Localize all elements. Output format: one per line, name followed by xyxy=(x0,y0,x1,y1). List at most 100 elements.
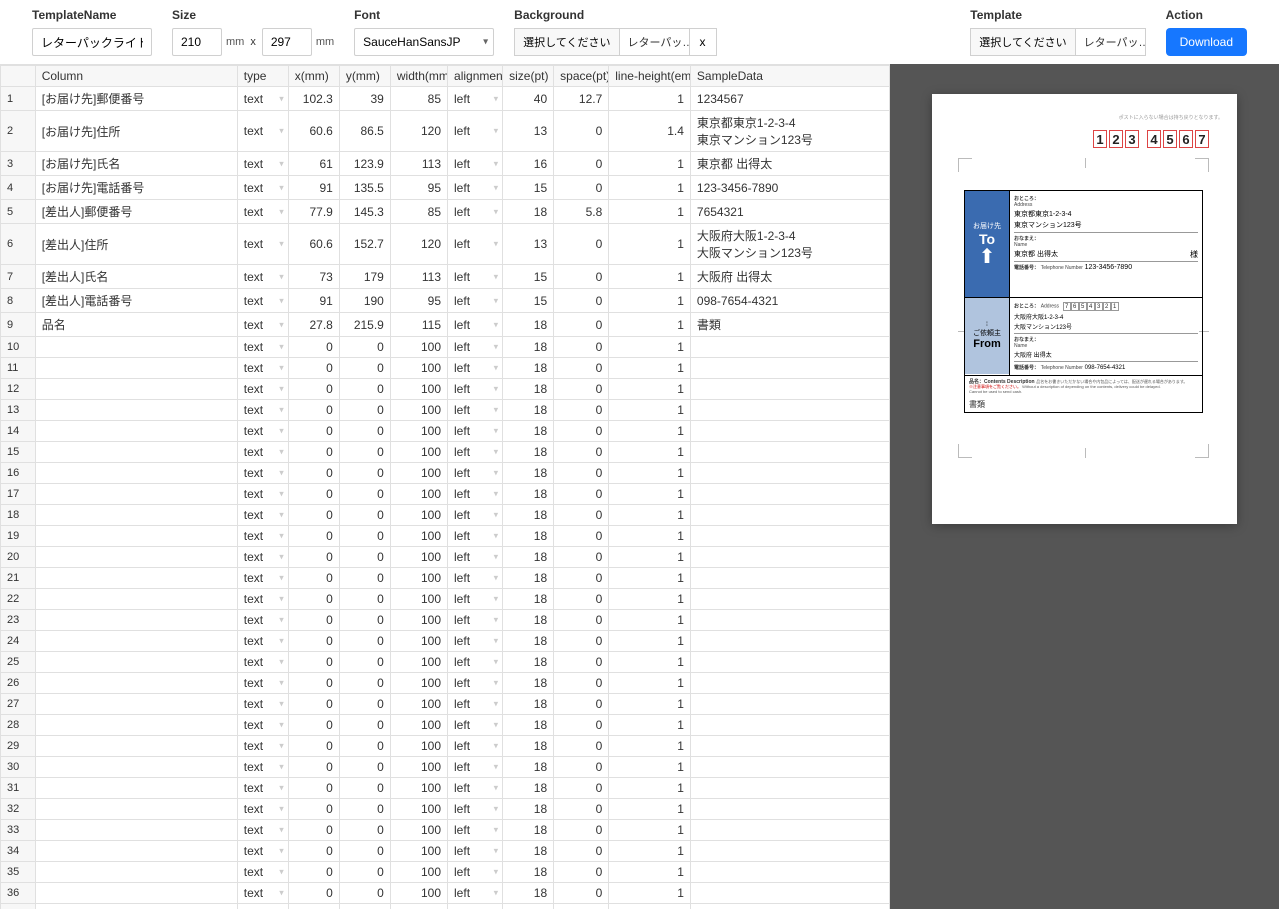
cell-sampledata[interactable]: 123-3456-7890 xyxy=(690,176,889,200)
cell-size[interactable]: 18 xyxy=(503,589,554,610)
cell-sampledata[interactable] xyxy=(690,610,889,631)
cell-space[interactable]: 0 xyxy=(554,610,609,631)
cell-width[interactable]: 100 xyxy=(390,610,447,631)
cell-sampledata[interactable] xyxy=(690,400,889,421)
table-row[interactable]: 28text00100left1801 xyxy=(1,715,890,736)
cell-column[interactable]: [差出人]住所 xyxy=(35,224,237,265)
cell-column[interactable]: [お届け先]電話番号 xyxy=(35,176,237,200)
cell-x[interactable]: 60.6 xyxy=(288,111,339,152)
cell-lineheight[interactable]: 1 xyxy=(609,904,691,909)
table-row[interactable]: 1[お届け先]郵便番号text102.33985left4012.7112345… xyxy=(1,87,890,111)
cell-space[interactable]: 0 xyxy=(554,799,609,820)
table-row[interactable]: 3[お届け先]氏名text61123.9113left1601東京都 出得太 xyxy=(1,152,890,176)
cell-y[interactable]: 0 xyxy=(339,862,390,883)
cell-x[interactable]: 60.6 xyxy=(288,224,339,265)
cell-sampledata[interactable] xyxy=(690,379,889,400)
cell-type[interactable]: text xyxy=(237,715,288,736)
cell-column[interactable] xyxy=(35,463,237,484)
cell-alignment[interactable]: left xyxy=(448,589,503,610)
cell-alignment[interactable]: left xyxy=(448,736,503,757)
cell-column[interactable] xyxy=(35,589,237,610)
cell-width[interactable]: 100 xyxy=(390,463,447,484)
cell-sampledata[interactable]: 東京都 出得太 xyxy=(690,152,889,176)
cell-size[interactable]: 18 xyxy=(503,484,554,505)
header-lineheight[interactable]: line-height(em) xyxy=(609,66,691,87)
cell-column[interactable] xyxy=(35,400,237,421)
header-y[interactable]: y(mm) xyxy=(339,66,390,87)
cell-alignment[interactable]: left xyxy=(448,152,503,176)
cell-type[interactable]: text xyxy=(237,421,288,442)
cell-sampledata[interactable]: 7654321 xyxy=(690,200,889,224)
cell-lineheight[interactable]: 1 xyxy=(609,337,691,358)
cell-y[interactable]: 0 xyxy=(339,820,390,841)
cell-alignment[interactable]: left xyxy=(448,463,503,484)
cell-x[interactable]: 0 xyxy=(288,358,339,379)
cell-width[interactable]: 100 xyxy=(390,883,447,904)
header-x[interactable]: x(mm) xyxy=(288,66,339,87)
cell-alignment[interactable]: left xyxy=(448,841,503,862)
cell-space[interactable]: 0 xyxy=(554,289,609,313)
cell-lineheight[interactable]: 1 xyxy=(609,547,691,568)
cell-x[interactable]: 0 xyxy=(288,841,339,862)
cell-type[interactable]: text xyxy=(237,463,288,484)
cell-x[interactable]: 0 xyxy=(288,589,339,610)
cell-y[interactable]: 0 xyxy=(339,673,390,694)
cell-type[interactable]: text xyxy=(237,589,288,610)
cell-size[interactable]: 15 xyxy=(503,289,554,313)
cell-y[interactable]: 190 xyxy=(339,289,390,313)
table-row[interactable]: 18text00100left1801 xyxy=(1,505,890,526)
cell-width[interactable]: 100 xyxy=(390,442,447,463)
cell-y[interactable]: 0 xyxy=(339,631,390,652)
cell-type[interactable]: text xyxy=(237,337,288,358)
cell-lineheight[interactable]: 1 xyxy=(609,841,691,862)
cell-y[interactable]: 0 xyxy=(339,799,390,820)
cell-y[interactable]: 0 xyxy=(339,379,390,400)
table-row[interactable]: 2[お届け先]住所text60.686.5120left1301.4東京都東京1… xyxy=(1,111,890,152)
cell-size[interactable]: 15 xyxy=(503,176,554,200)
cell-width[interactable]: 95 xyxy=(390,176,447,200)
cell-sampledata[interactable] xyxy=(690,505,889,526)
cell-y[interactable]: 0 xyxy=(339,463,390,484)
table-row[interactable]: 8[差出人]電話番号text9119095left1501098-7654-43… xyxy=(1,289,890,313)
cell-x[interactable]: 91 xyxy=(288,176,339,200)
table-row[interactable]: 15text00100left1801 xyxy=(1,442,890,463)
cell-x[interactable]: 27.8 xyxy=(288,313,339,337)
cell-column[interactable]: [差出人]氏名 xyxy=(35,265,237,289)
cell-space[interactable]: 0 xyxy=(554,358,609,379)
cell-y[interactable]: 179 xyxy=(339,265,390,289)
cell-y[interactable]: 0 xyxy=(339,757,390,778)
cell-sampledata[interactable] xyxy=(690,673,889,694)
cell-type[interactable]: text xyxy=(237,841,288,862)
cell-lineheight[interactable]: 1 xyxy=(609,757,691,778)
cell-type[interactable]: text xyxy=(237,400,288,421)
cell-space[interactable]: 0 xyxy=(554,757,609,778)
cell-x[interactable]: 0 xyxy=(288,400,339,421)
cell-column[interactable]: [お届け先]氏名 xyxy=(35,152,237,176)
cell-column[interactable] xyxy=(35,715,237,736)
cell-space[interactable]: 0 xyxy=(554,400,609,421)
cell-type[interactable]: text xyxy=(237,442,288,463)
cell-width[interactable]: 113 xyxy=(390,265,447,289)
table-row[interactable]: 4[お届け先]電話番号text91135.595left1501123-3456… xyxy=(1,176,890,200)
cell-column[interactable] xyxy=(35,862,237,883)
cell-column[interactable]: [差出人]郵便番号 xyxy=(35,200,237,224)
cell-width[interactable]: 100 xyxy=(390,904,447,909)
cell-width[interactable]: 100 xyxy=(390,841,447,862)
cell-width[interactable]: 100 xyxy=(390,736,447,757)
cell-size[interactable]: 18 xyxy=(503,862,554,883)
cell-size[interactable]: 18 xyxy=(503,883,554,904)
cell-size[interactable]: 40 xyxy=(503,87,554,111)
cell-type[interactable]: text xyxy=(237,547,288,568)
cell-x[interactable]: 0 xyxy=(288,799,339,820)
cell-size[interactable]: 18 xyxy=(503,400,554,421)
cell-lineheight[interactable]: 1 xyxy=(609,442,691,463)
cell-sampledata[interactable] xyxy=(690,337,889,358)
cell-lineheight[interactable]: 1 xyxy=(609,484,691,505)
cell-space[interactable]: 0 xyxy=(554,778,609,799)
cell-space[interactable]: 0 xyxy=(554,883,609,904)
cell-column[interactable] xyxy=(35,799,237,820)
cell-type[interactable]: text xyxy=(237,379,288,400)
cell-size[interactable]: 18 xyxy=(503,379,554,400)
table-row[interactable]: 27text00100left1801 xyxy=(1,694,890,715)
cell-y[interactable]: 0 xyxy=(339,484,390,505)
